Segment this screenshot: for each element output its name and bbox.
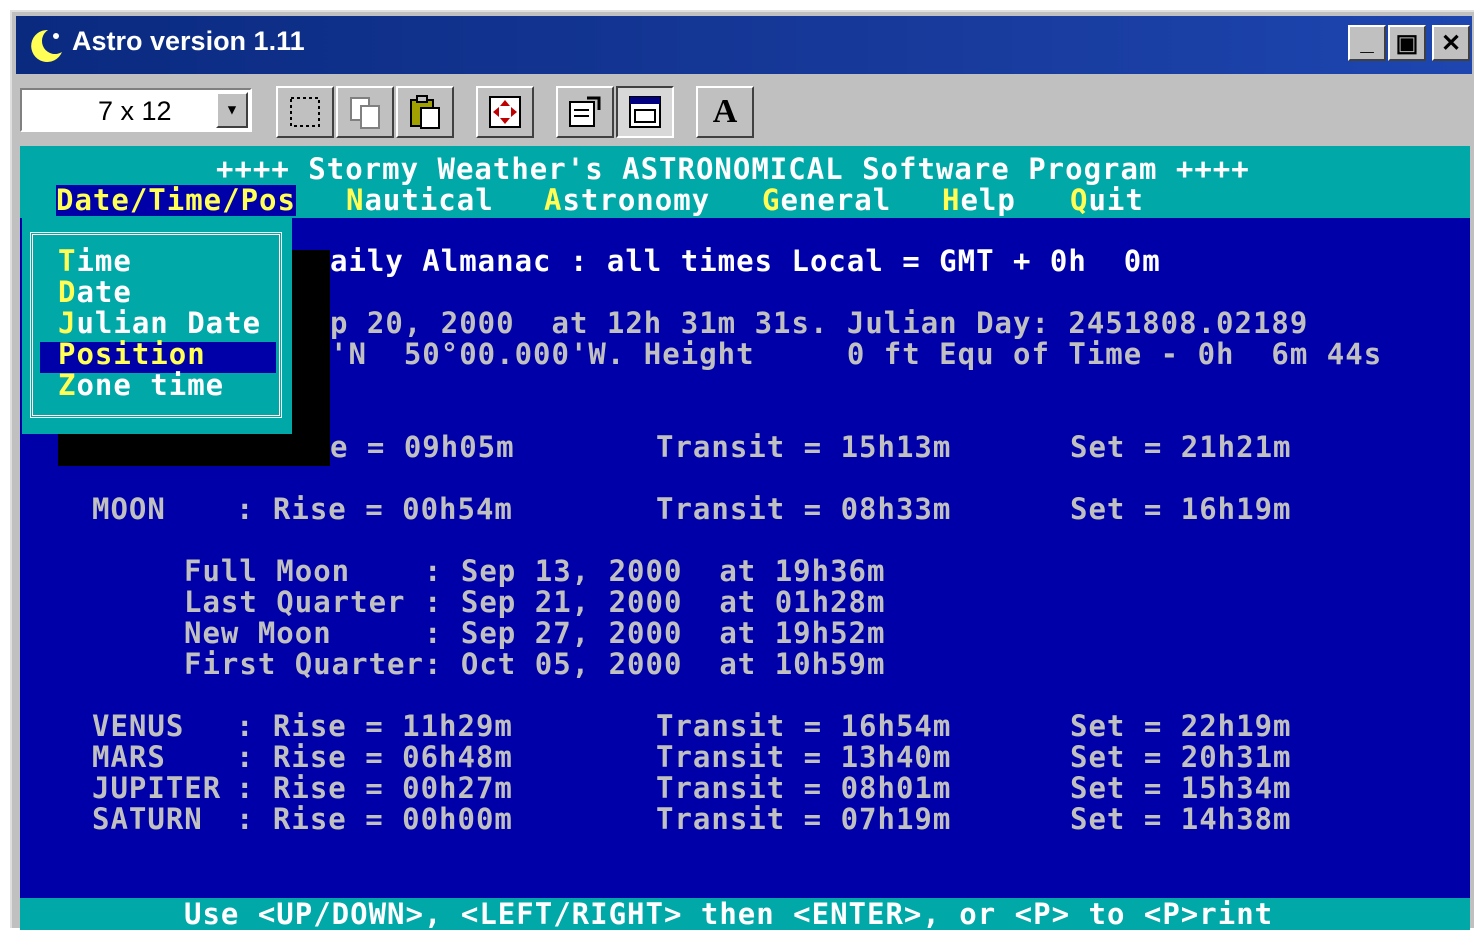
jupiter-set: Set = 15h34m [1070,771,1292,805]
menu-hotkey: T [58,244,77,278]
toolbar: 7 x 12 ▼ A [16,76,1472,142]
menu-label: ate [76,275,132,309]
moon-label: MOON [92,492,166,526]
menu-label: stronomy [562,183,711,217]
venus-set: Set = 22h19m [1070,709,1292,743]
saturn-set: Set = 14h38m [1070,802,1292,836]
menu-astronomy[interactable]: Astronomy [544,185,710,216]
moon-icon[interactable] [26,26,66,66]
console-screen[interactable]: ++++ Stormy Weather's ASTRONOMICAL Softw… [20,146,1470,930]
dropdown-item-zone-time[interactable]: Zone time [58,370,224,401]
restore-button[interactable]: ▣ [1388,25,1426,61]
menu-hotkey: H [942,183,961,217]
jupiter-transit: Transit = 08h01m [656,771,952,805]
console-window: Astro version 1.11 _ ▣ ✕ 7 x 12 ▼ A ++++… [10,10,1474,930]
saturn-rise: : Rise = 00h00m [236,802,513,836]
dropdown-item-date[interactable]: Date [58,277,132,308]
fullscreen-icon [489,96,521,128]
menu-date-time-pos[interactable]: Date/Time/Pos [56,185,296,216]
mark-icon [290,97,320,127]
menu-hotkey: A [544,183,563,217]
menu-hotkey: Z [58,368,77,402]
menu-hotkey: J [58,306,77,340]
menu-label: ime [76,244,132,278]
venus-label: VENUS [92,709,222,743]
moon-phase-full: Full Moon : Sep 13, 2000 at 19h36m [184,554,886,588]
menu-label: autical [364,183,494,217]
menu-label: one time [76,368,225,402]
mars-label: MARS [92,740,222,774]
saturn-label: SATURN [92,802,222,836]
background-button[interactable] [616,86,674,138]
copy-button[interactable] [336,86,394,138]
minimize-icon: _ [1360,29,1374,56]
jupiter-label: JUPITER [92,771,222,805]
sun-set: Set = 21h21m [1070,430,1292,464]
mars-set: Set = 20h31m [1070,740,1292,774]
program-header: ++++ Stormy Weather's ASTRONOMICAL Softw… [216,152,1250,186]
menu-nautical[interactable]: Nautical [346,185,494,216]
moon-transit: Transit = 08h33m [656,492,952,526]
dropdown-item-julian-date[interactable]: Julian Date [58,308,261,339]
background-icon [629,96,661,128]
font-icon: A [712,93,738,130]
menu-label: elp [960,183,1016,217]
almanac-title: aily Almanac : all times Local = GMT + 0… [330,244,1161,278]
font-size-select[interactable]: 7 x 12 ▼ [20,88,252,132]
menu-label: eneral [780,183,892,217]
menu-label: ulian Date [76,306,262,340]
menu-hotkey: Q [1070,183,1089,217]
window-title: Astro version 1.11 [72,26,305,56]
menu-general[interactable]: General [762,185,891,216]
paste-button[interactable] [396,86,454,138]
menu-label: osition [76,337,206,371]
close-icon: ✕ [1440,29,1462,57]
saturn-transit: Transit = 07h19m [656,802,952,836]
mark-button[interactable] [276,86,334,138]
moon-phase-first-quarter: First Quarter: Oct 05, 2000 at 10h59m [184,647,886,681]
minimize-button[interactable]: _ [1348,25,1386,61]
dropdown-item-time[interactable]: Time [58,246,132,277]
menu-hotkey: P [58,337,77,371]
menu-hotkey: D [58,275,77,309]
moon-phase-last-quarter: Last Quarter : Sep 21, 2000 at 01h28m [184,585,886,619]
properties-button[interactable] [556,86,614,138]
close-button[interactable]: ✕ [1432,25,1470,61]
moon-phase-new: New Moon : Sep 27, 2000 at 19h52m [184,616,886,650]
mars-transit: Transit = 13h40m [656,740,952,774]
restore-icon: ▣ [1395,29,1419,57]
paste-icon [410,95,440,129]
date-line: p 20, 2000 at 12h 31m 31s. Julian Day: 2… [330,306,1309,340]
font-button[interactable]: A [696,86,754,138]
fullscreen-button[interactable] [476,86,534,138]
properties-icon [569,96,601,127]
menu-label: Date/Time/Pos [56,183,296,217]
menu-help[interactable]: Help [942,185,1016,216]
sun-transit: Transit = 15h13m [656,430,952,464]
font-size-value: 7 x 12 [98,96,172,126]
moon-set: Set = 16h19m [1070,492,1292,526]
mars-rise: : Rise = 06h48m [236,740,513,774]
dropdown-item-position[interactable]: Position [58,339,206,370]
menu-label: uit [1088,183,1144,217]
moon-rise: : Rise = 00h54m [236,492,513,526]
venus-transit: Transit = 16h54m [656,709,952,743]
status-text: Use <UP/DOWN>, <LEFT/RIGHT> then <ENTER>… [184,897,1274,930]
position-line: 'N 50°00.000'W. Height 0 ft Equ of Time … [330,337,1383,371]
copy-icon [350,97,380,129]
menu-hotkey: G [762,183,781,217]
dropdown-arrow-icon[interactable]: ▼ [216,92,248,128]
venus-rise: : Rise = 11h29m [236,709,513,743]
sun-rise: e = 09h05m [330,430,515,464]
title-bar[interactable]: Astro version 1.11 _ ▣ ✕ [16,16,1472,74]
jupiter-rise: : Rise = 00h27m [236,771,513,805]
menu-hotkey: N [346,183,365,217]
menu-quit[interactable]: Quit [1070,185,1144,216]
